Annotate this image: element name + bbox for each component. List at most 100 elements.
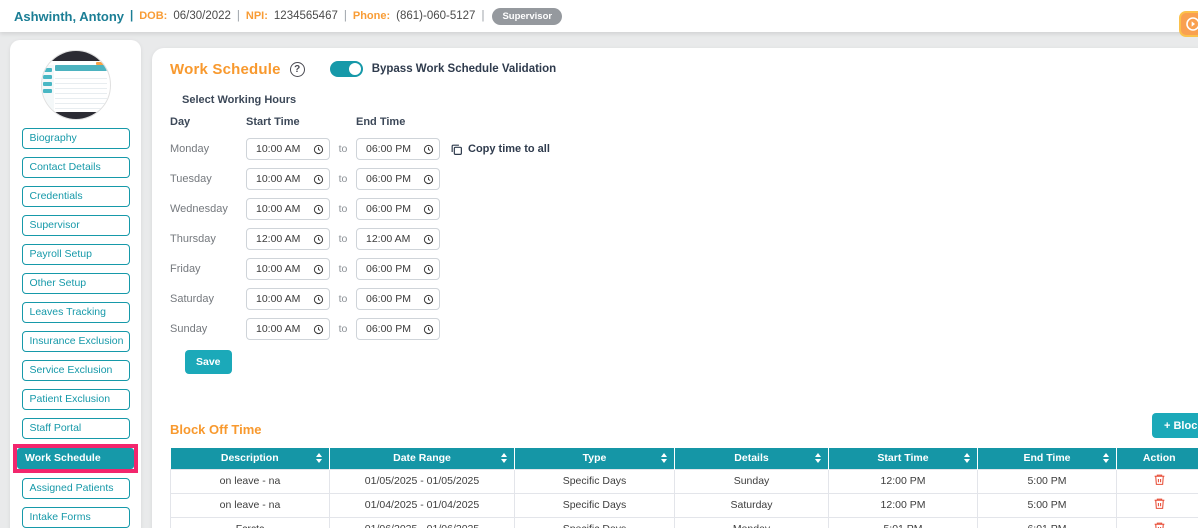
start-time-input-wrap bbox=[246, 258, 330, 280]
work-schedule-header: Work Schedule ? Bypass Work Schedule Val… bbox=[170, 58, 1198, 80]
to-label: to bbox=[338, 203, 348, 215]
toggle-knob bbox=[348, 63, 361, 75]
clock-icon bbox=[313, 264, 324, 274]
end-time-input-wrap bbox=[356, 288, 440, 310]
sort-icon bbox=[964, 453, 970, 464]
day-label: Tuesday bbox=[170, 173, 212, 185]
sidebar-item-intake-forms[interactable]: Intake Forms bbox=[21, 507, 130, 528]
sidebar-item-leaves-tracking[interactable]: Leaves Tracking bbox=[21, 302, 130, 323]
column-header-end-time[interactable]: End Time bbox=[977, 448, 1117, 469]
hours-row-friday: Friday to bbox=[170, 254, 1198, 284]
column-header-details[interactable]: Details bbox=[674, 448, 829, 469]
column-header-type[interactable]: Type bbox=[514, 448, 675, 469]
clock-icon bbox=[313, 294, 324, 304]
to-label: to bbox=[338, 323, 348, 335]
save-button[interactable]: Save bbox=[185, 350, 232, 374]
sidebar-item-staff-portal[interactable]: Staff Portal bbox=[21, 418, 130, 439]
phone-label: Phone: bbox=[352, 10, 391, 22]
separator: | bbox=[130, 10, 134, 22]
clock-icon bbox=[423, 144, 434, 154]
end-time-input-wrap bbox=[356, 138, 440, 160]
clock-icon bbox=[313, 174, 324, 184]
dob-label: DOB: bbox=[139, 10, 168, 22]
hours-row-wednesday: Wednesday to bbox=[170, 194, 1198, 224]
day-label: Wednesday bbox=[170, 203, 228, 215]
sort-icon bbox=[501, 453, 507, 464]
bypass-validation-toggle[interactable] bbox=[329, 61, 363, 77]
cell-date-range: 01/05/2025 - 01/05/2025 bbox=[329, 468, 515, 494]
sidebar-item-biography[interactable]: Biography bbox=[21, 128, 130, 149]
sidebar-item-patient-exclusion[interactable]: Patient Exclusion bbox=[21, 389, 130, 410]
day-label: Monday bbox=[170, 143, 210, 155]
sidebar-item-supervisor[interactable]: Supervisor bbox=[21, 215, 130, 236]
sidebar-item-assigned-patients[interactable]: Assigned Patients bbox=[21, 478, 130, 499]
trash-icon bbox=[1154, 498, 1164, 509]
day-label: Friday bbox=[170, 263, 201, 275]
start-time-input-wrap bbox=[246, 138, 330, 160]
column-header-action: Action bbox=[1116, 448, 1198, 469]
column-header-date-range[interactable]: Date Range bbox=[329, 448, 515, 469]
sidebar-item-insurance-exclusion[interactable]: Insurance Exclusion bbox=[21, 331, 130, 352]
cell-details: Monday bbox=[674, 516, 829, 528]
cell-end-time: 6:01 PM bbox=[977, 516, 1117, 528]
column-header-description[interactable]: Description bbox=[170, 448, 330, 469]
sidebar-item-service-exclusion[interactable]: Service Exclusion bbox=[21, 360, 130, 381]
cell-description: on leave - na bbox=[170, 492, 330, 518]
sidebar: Biography Contact Details Credentials Su… bbox=[10, 40, 141, 528]
help-icon[interactable]: ? bbox=[289, 61, 305, 77]
delete-button[interactable] bbox=[1153, 521, 1166, 528]
to-label: to bbox=[338, 233, 348, 245]
trash-icon bbox=[1154, 474, 1164, 485]
end-time-input-wrap bbox=[356, 168, 440, 190]
to-label: to bbox=[338, 293, 348, 305]
block-off-table: Description Date Range Type Details Star… bbox=[170, 448, 1198, 528]
sidebar-item-work-schedule[interactable]: Work Schedule bbox=[17, 448, 134, 469]
section-title: Select Working Hours bbox=[182, 94, 297, 106]
role-badge: Supervisor bbox=[492, 7, 563, 25]
start-column-header: Start Time bbox=[246, 116, 300, 128]
start-time-input-wrap bbox=[246, 288, 330, 310]
to-label: to bbox=[338, 143, 348, 155]
quick-action-button[interactable] bbox=[1179, 11, 1198, 37]
copy-icon bbox=[451, 144, 462, 155]
copy-label: Copy time to all bbox=[468, 143, 550, 155]
block-off-title: Block Off Time bbox=[170, 421, 262, 437]
cell-details: Saturday bbox=[674, 492, 829, 518]
cell-start-time: 5:01 PM bbox=[828, 516, 978, 528]
hours-row-monday: Monday to Copy time to all bbox=[170, 134, 1198, 164]
block-off-header: Block Off Time + Block O bbox=[170, 413, 1198, 442]
end-time-input-wrap bbox=[356, 258, 440, 280]
sidebar-item-other-setup[interactable]: Other Setup bbox=[21, 273, 130, 294]
clock-icon bbox=[423, 294, 434, 304]
phone-value: (861)-060-5127 bbox=[396, 10, 476, 22]
trash-icon bbox=[1154, 522, 1164, 528]
sort-icon bbox=[661, 453, 667, 464]
cell-start-time: 12:00 PM bbox=[828, 468, 978, 494]
cell-date-range: 01/04/2025 - 01/04/2025 bbox=[329, 492, 515, 518]
cell-type: Specific Days bbox=[514, 468, 675, 494]
clock-icon bbox=[313, 234, 324, 244]
end-time-input-wrap bbox=[356, 198, 440, 220]
sidebar-item-contact-details[interactable]: Contact Details bbox=[21, 157, 130, 178]
column-header-start-time[interactable]: Start Time bbox=[828, 448, 978, 469]
circled-arrow-icon bbox=[1185, 16, 1198, 32]
to-label: to bbox=[338, 173, 348, 185]
copy-time-to-all[interactable]: Copy time to all bbox=[450, 143, 550, 156]
day-label: Sunday bbox=[170, 323, 208, 335]
sort-icon bbox=[815, 453, 821, 464]
sort-icon bbox=[316, 453, 322, 464]
page: Ashwinth, Antony | DOB: 06/30/2022 | NPI… bbox=[0, 0, 1198, 528]
table-row: on leave - na 01/05/2025 - 01/05/2025 Sp… bbox=[170, 468, 1198, 494]
avatar bbox=[40, 50, 111, 120]
delete-button[interactable] bbox=[1153, 473, 1166, 486]
cell-start-time: 12:00 PM bbox=[828, 492, 978, 518]
sidebar-item-credentials[interactable]: Credentials bbox=[21, 186, 130, 207]
hours-row-sunday: Sunday to bbox=[170, 314, 1198, 344]
sidebar-nav: Biography Contact Details Credentials Su… bbox=[10, 128, 141, 528]
hours-header-row: Day Start Time End Time bbox=[170, 110, 1198, 134]
sidebar-item-payroll-setup[interactable]: Payroll Setup bbox=[21, 244, 130, 265]
delete-button[interactable] bbox=[1153, 497, 1166, 510]
add-block-off-button[interactable]: + Block O bbox=[1152, 413, 1198, 438]
cell-type: Specific Days bbox=[514, 492, 675, 518]
page-title: Work Schedule bbox=[170, 60, 281, 78]
